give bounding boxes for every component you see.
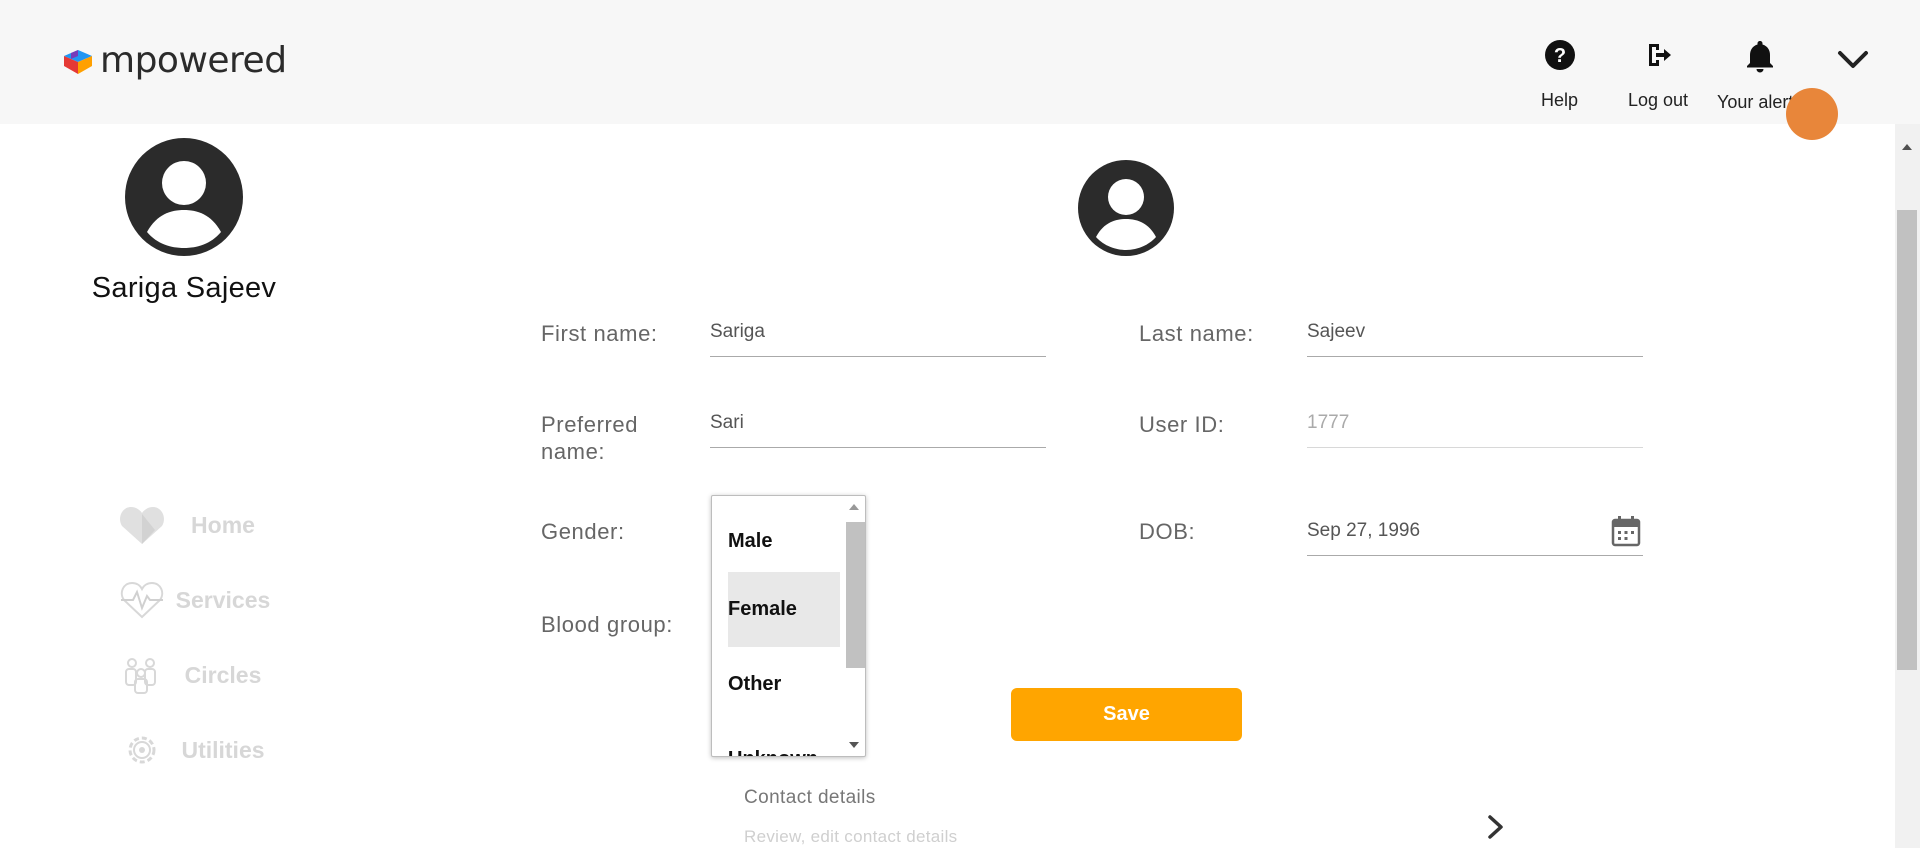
gender-option-other[interactable]: Other [728, 647, 840, 722]
contact-details-title[interactable]: Contact details [744, 787, 876, 809]
gender-option-male[interactable]: Male [728, 504, 840, 579]
orange-badge [1786, 88, 1838, 140]
logout-button[interactable]: Log out [1628, 38, 1688, 111]
contact-details-subtitle: Review, edit contact details [744, 827, 958, 846]
blood-group-label: Blood group: [541, 612, 673, 637]
gender-label: Gender: [541, 519, 625, 544]
user-name: Sariga Sajeev [91, 272, 277, 304]
help-icon: ? [1544, 40, 1575, 70]
sidebar-item-label: Services [175, 586, 271, 613]
heart-home-icon [118, 501, 166, 549]
last-name-field[interactable]: Sajeev [1307, 313, 1643, 357]
brand-name: mpowered [100, 40, 287, 81]
help-label: Help [1541, 90, 1579, 110]
heartbeat-icon [118, 576, 166, 624]
dropdown-scroll-thumb[interactable] [846, 522, 865, 668]
sidebar-item-home[interactable]: Home [118, 500, 318, 550]
profile-avatar-icon [125, 138, 243, 256]
dob-label: DOB: [1139, 519, 1196, 544]
top-header: mpowered ? Help Log out Your alerts [0, 0, 1920, 124]
first-name-label: First name: [541, 321, 658, 346]
logout-label: Log out [1628, 90, 1689, 110]
sidebar-item-utilities[interactable]: Utilities [118, 725, 318, 775]
gender-option-female[interactable]: Female [728, 572, 840, 647]
save-button[interactable]: Save [1011, 688, 1242, 741]
chevron-right-icon[interactable] [1484, 812, 1508, 842]
dob-value: Sep 27, 1996 [1307, 520, 1421, 541]
mpowered-logo-icon [64, 49, 92, 74]
help-button[interactable]: ? Help [1541, 38, 1578, 111]
first-name-field[interactable]: Sariga [710, 313, 1046, 357]
gender-option-unknown[interactable]: Unknown [728, 722, 840, 756]
dob-field[interactable]: Sep 27, 1996 [1307, 512, 1643, 556]
user-id-label: User ID: [1139, 412, 1225, 437]
sidebar-item-label: Circles [184, 661, 262, 688]
dropdown-scrollbar[interactable] [841, 496, 865, 756]
svg-text:?: ? [1553, 45, 1565, 67]
sidebar-item-label: Home [191, 511, 255, 538]
gender-dropdown-list[interactable]: Male Female Other Unknown [711, 495, 866, 757]
page-scroll-thumb[interactable] [1897, 210, 1917, 670]
scroll-up-arrow-icon[interactable] [849, 504, 859, 510]
calendar-icon[interactable] [1611, 515, 1641, 547]
user-id-field: 1777 [1307, 404, 1643, 448]
bell-icon [1746, 41, 1773, 73]
people-icon [118, 651, 166, 699]
logout-icon [1649, 44, 1672, 66]
account-menu-toggle[interactable] [1835, 46, 1871, 79]
sidebar-item-circles[interactable]: Circles [118, 650, 318, 700]
preferred-name-label: Preferred name: [541, 412, 639, 464]
form-avatar-icon[interactable] [1078, 160, 1174, 256]
preferred-name-field[interactable]: Sari [710, 404, 1046, 448]
gear-icon [118, 726, 166, 774]
sidebar-item-label: Utilities [181, 736, 265, 763]
scroll-down-arrow-icon[interactable] [849, 742, 859, 748]
brand-logo[interactable]: mpowered [62, 40, 287, 81]
chevron-down-icon [1838, 51, 1868, 68]
last-name-label: Last name: [1139, 321, 1254, 346]
sidebar-item-services[interactable]: Services [118, 575, 318, 625]
page-scroll-up-icon[interactable] [1902, 144, 1912, 150]
